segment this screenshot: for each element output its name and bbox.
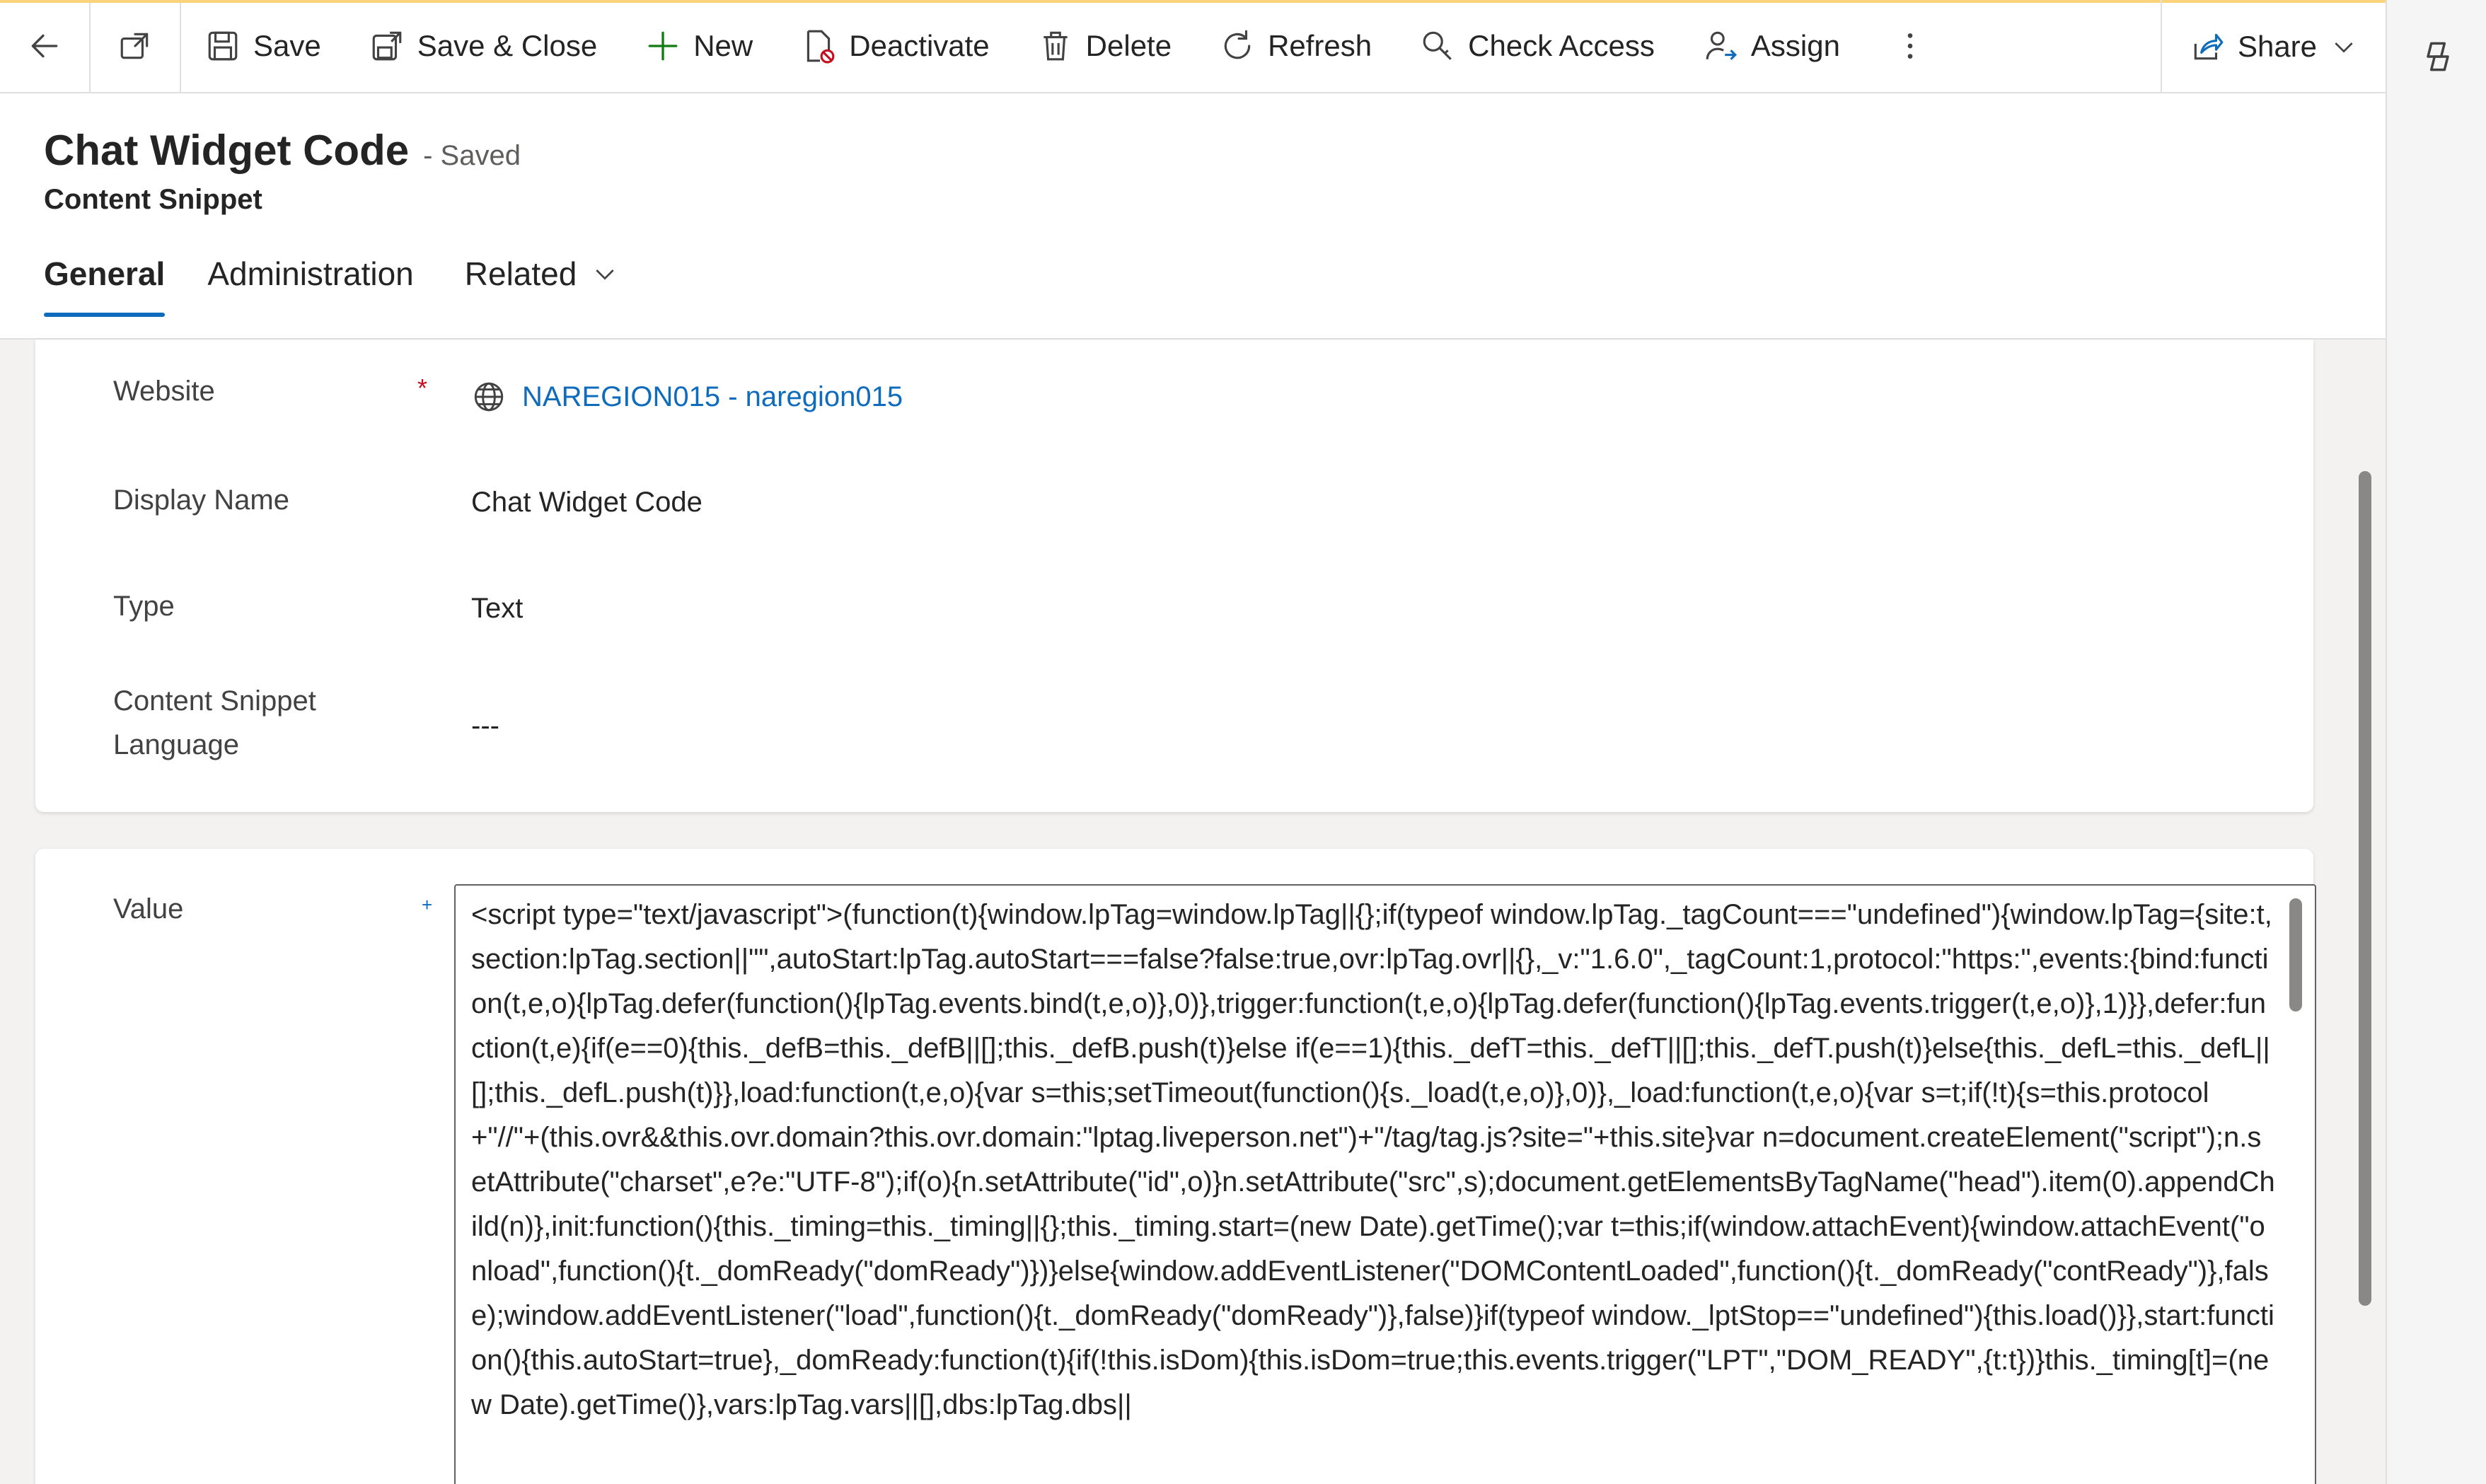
share-label: Share xyxy=(2237,30,2318,63)
assign-label: Assign xyxy=(1750,29,1840,62)
check-access-button[interactable]: Check Access xyxy=(1396,0,1679,93)
language-label-line2: Language xyxy=(113,729,239,760)
save-and-close-icon xyxy=(372,31,402,61)
accent-line xyxy=(0,0,2386,3)
assign-person-icon xyxy=(1706,31,1737,60)
share-button[interactable]: Share xyxy=(2161,0,2386,93)
required-indicator: * xyxy=(417,373,428,402)
save-icon xyxy=(208,31,238,61)
copilot-icon[interactable] xyxy=(2418,37,2458,76)
key-search-icon xyxy=(1423,31,1452,60)
language-label-line1: Content Snippet xyxy=(113,685,316,717)
entity-name: Content Snippet xyxy=(44,184,262,215)
value-text: <script type="text/javascript">(function… xyxy=(471,899,2275,1420)
type-field[interactable]: Text xyxy=(471,593,523,625)
delete-button[interactable]: Delete xyxy=(1014,0,1196,93)
refresh-icon xyxy=(1224,30,1251,59)
command-bar: Save Save & Close New Deactivate Delete … xyxy=(0,0,2386,93)
website-lookup[interactable]: NAREGION015 - naregion015 xyxy=(471,379,903,415)
app-window: Save Save & Close New Deactivate Delete … xyxy=(0,0,2386,1484)
chevron-down-icon xyxy=(2335,42,2353,53)
record-title: Chat Widget Code xyxy=(44,127,410,174)
new-label: New xyxy=(693,29,753,62)
website-link[interactable]: NAREGION015 - naregion015 xyxy=(522,381,903,413)
save-and-close-button[interactable]: Save & Close xyxy=(345,0,621,93)
new-button[interactable]: New xyxy=(621,0,777,93)
recommended-indicator: + xyxy=(422,894,433,915)
delete-label: Delete xyxy=(1085,29,1172,62)
deactivate-document-icon xyxy=(807,30,835,64)
more-commands-button[interactable] xyxy=(1864,0,1956,93)
open-new-window-button[interactable] xyxy=(91,0,181,93)
back-button[interactable] xyxy=(0,0,91,93)
tab-general-label: General xyxy=(44,255,166,292)
save-and-close-label: Save & Close xyxy=(417,29,598,62)
general-section: Website * NAREGION015 - naregion015 Disp… xyxy=(35,340,2313,812)
tab-related[interactable]: Related xyxy=(465,255,620,317)
value-section: Value + <script type="text/javascript">(… xyxy=(35,849,2316,1484)
tab-administration[interactable]: Administration xyxy=(207,255,413,317)
form-header: Chat Widget Code - Saved Content Snippet… xyxy=(0,93,2386,340)
website-label: Website xyxy=(113,376,215,407)
assign-button[interactable]: Assign xyxy=(1679,0,1864,93)
open-in-new-window-icon xyxy=(120,33,149,59)
page-scrollbar[interactable] xyxy=(2359,471,2371,1306)
display-name-field[interactable]: Chat Widget Code xyxy=(471,487,703,518)
refresh-label: Refresh xyxy=(1268,29,1372,62)
check-access-label: Check Access xyxy=(1468,29,1655,62)
tab-general[interactable]: General xyxy=(44,255,166,317)
chevron-down-icon xyxy=(596,269,614,280)
save-label: Save xyxy=(253,29,321,62)
value-textarea[interactable]: <script type="text/javascript">(function… xyxy=(454,884,2316,1484)
share-icon xyxy=(2194,33,2224,60)
deactivate-label: Deactivate xyxy=(849,29,990,62)
trash-icon xyxy=(1043,31,1068,61)
more-vertical-icon xyxy=(1907,33,1913,59)
type-label: Type xyxy=(113,591,175,622)
title-row: Chat Widget Code - Saved xyxy=(44,126,521,175)
textarea-scrollbar[interactable] xyxy=(2289,898,2302,1011)
form-tabs: General Administration Related xyxy=(44,255,619,317)
back-arrow-icon xyxy=(31,34,58,58)
save-button[interactable]: Save xyxy=(181,0,345,93)
tab-related-label: Related xyxy=(464,255,577,292)
display-name-label: Display Name xyxy=(113,485,289,516)
globe-icon xyxy=(474,382,504,412)
right-side-pane xyxy=(2386,0,2486,1484)
value-label: Value xyxy=(113,893,184,924)
deactivate-button[interactable]: Deactivate xyxy=(777,0,1013,93)
refresh-button[interactable]: Refresh xyxy=(1196,0,1396,93)
language-field[interactable]: --- xyxy=(471,710,499,742)
plus-icon xyxy=(648,31,678,61)
tab-administration-label: Administration xyxy=(207,255,414,292)
save-status: - Saved xyxy=(423,140,521,171)
